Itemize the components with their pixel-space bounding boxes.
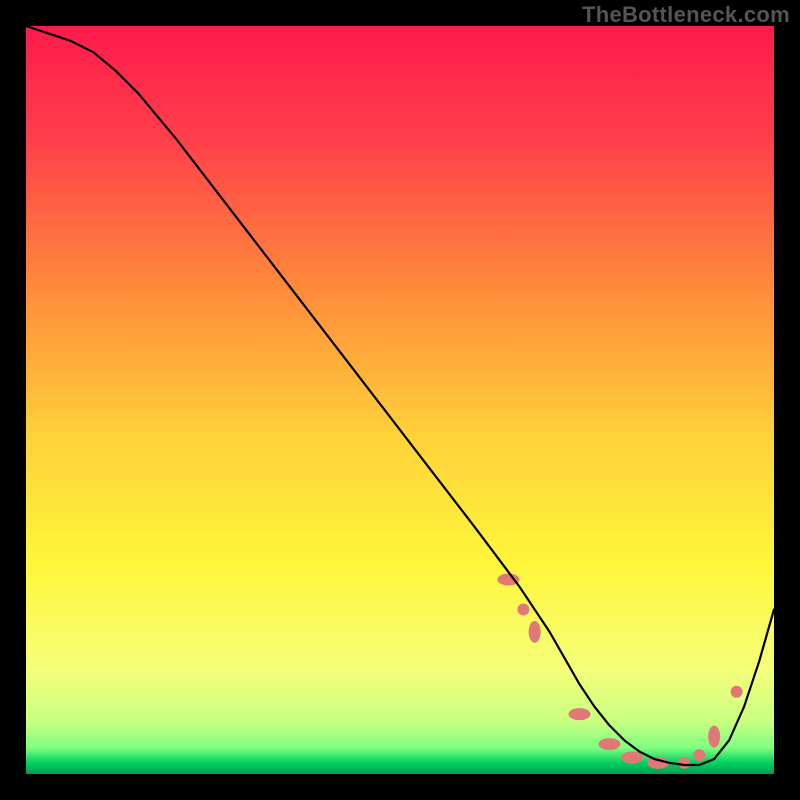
marker-dot [598,738,620,750]
marker-dot [693,749,705,761]
chart-svg [26,26,774,774]
watermark-text: TheBottleneck.com [582,2,790,28]
marker-dot [517,603,529,615]
marker-dot [731,686,743,698]
marker-dot [678,757,690,769]
plot-area [26,26,774,774]
chart-frame: TheBottleneck.com [0,0,800,800]
marker-dot [708,726,720,748]
marker-dot [569,708,591,720]
gradient-bg [26,26,774,774]
marker-dot [529,621,541,643]
marker-dot [621,752,643,764]
